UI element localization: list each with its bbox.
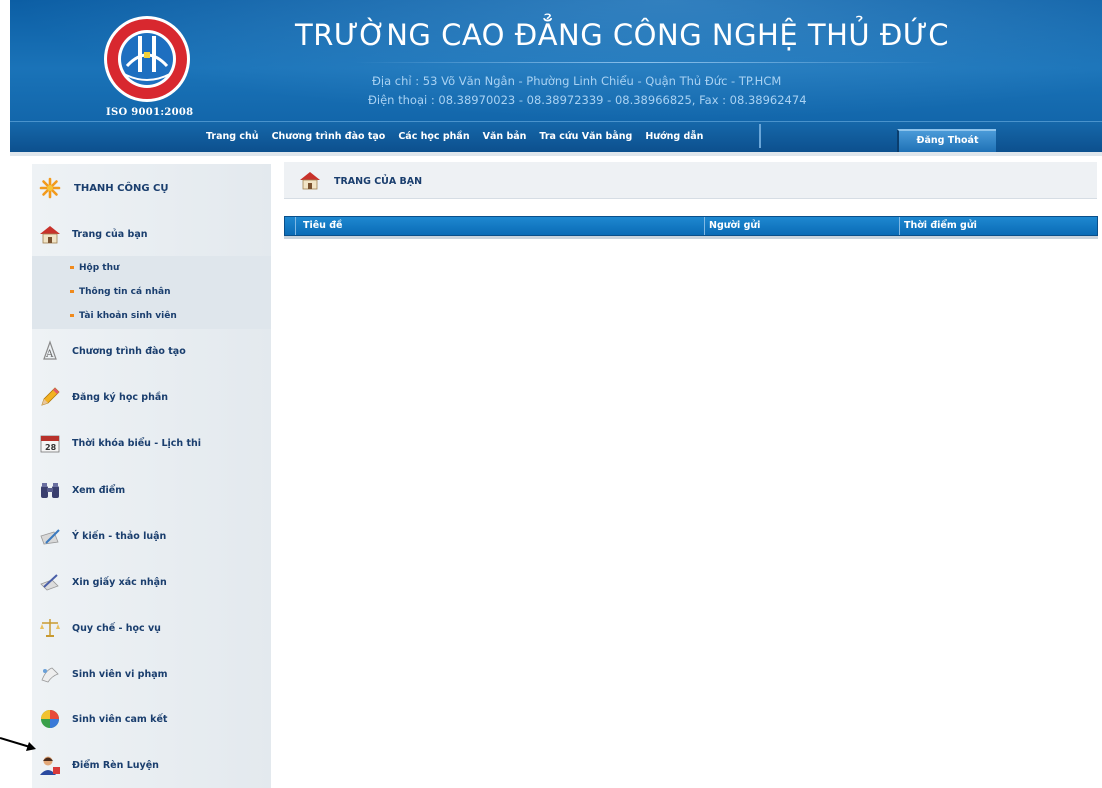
pencil-icon (41, 387, 60, 406)
sidebar-item-certificate[interactable]: Xin giấy xác nhận (32, 570, 271, 594)
home-icon (300, 172, 320, 190)
logout-button[interactable]: Đăng Thoát (897, 129, 996, 153)
submenu-personal-info[interactable]: Thông tin cá nhân (70, 287, 170, 297)
column-header-sender[interactable]: Người gửi (709, 220, 760, 231)
column-header-sent-time[interactable]: Thời điểm gửi (904, 220, 977, 231)
column-divider (899, 217, 900, 235)
column-header-title[interactable]: Tiêu đề (303, 220, 343, 231)
nav-home[interactable]: Trang chủ (206, 131, 259, 142)
sidebar-item-schedule[interactable]: 28 Thời khóa biểu - Lịch thi (32, 431, 271, 455)
site-header: ISO 9001:2008 TRƯỜNG CAO ĐẲNG CÔNG NGHỆ … (10, 0, 1102, 153)
page-breadcrumb: TRANG CỦA BẠN (284, 162, 1097, 199)
sidebar-item-commitments[interactable]: Sinh viên cam kết (32, 707, 271, 731)
sidebar-item-violations[interactable]: Sinh viên vi phạm (32, 662, 271, 686)
sidebar-item-conduct-score[interactable]: Điểm Rèn Luyện (32, 753, 271, 777)
nav-divider (759, 124, 761, 148)
sidebar-item-course-registration[interactable]: Đăng ký học phần (32, 385, 271, 409)
submenu-student-account[interactable]: Tài khoản sinh viên (70, 311, 177, 321)
arrow-pointer-icon (0, 737, 36, 751)
my-page-submenu: Hộp thư Thông tin cá nhân Tài khoản sinh… (32, 256, 271, 329)
sidebar-item-label: Sinh viên vi phạm (72, 668, 168, 680)
home-icon (40, 226, 60, 244)
tools-star-icon (39, 177, 61, 199)
page-title: TRANG CỦA BẠN (334, 176, 423, 187)
sidebar-item-feedback[interactable]: Ý kiến - thảo luận (32, 524, 271, 548)
sidebar-item-label: Ý kiến - thảo luận (72, 530, 167, 542)
violation-icon (41, 667, 59, 683)
sidebar-item-label: Quy chế - học vụ (72, 622, 161, 634)
user-icon (40, 756, 60, 775)
header-gutter (285, 217, 296, 235)
commitment-icon (41, 710, 59, 728)
table-bottom-edge (284, 236, 1098, 239)
nav-courses[interactable]: Các học phần (398, 131, 469, 142)
iso-label: ISO 9001:2008 (106, 107, 194, 118)
nav-help[interactable]: Hướng dẫn (645, 131, 703, 142)
sidebar-item-label: Đăng ký học phần (72, 391, 169, 403)
messages-table-header: Tiêu đề Người gửi Thời điểm gửi (284, 216, 1098, 236)
svg-text:28: 28 (45, 443, 57, 452)
sidebar-item-regulations[interactable]: Quy chế - học vụ (32, 616, 271, 640)
sidebar-item-label: Điểm Rèn Luyện (72, 759, 159, 771)
sidebar-item-label: Xin giấy xác nhận (72, 576, 167, 588)
sidebar-item-my-page[interactable]: Trang của bạn (32, 222, 271, 246)
curriculum-icon: A (43, 340, 57, 360)
header-bottom-bar (10, 152, 1102, 156)
address-text: Địa chỉ : 53 Võ Văn Ngân - Phường Linh C… (372, 74, 782, 88)
binoculars-icon (41, 483, 59, 498)
sidebar: THANH CÔNG CỤ Trang của bạn Hộp thư Thôn… (32, 164, 271, 788)
phone-text: Điện thoại : 08.38970023 - 08.38972339 -… (368, 93, 807, 107)
nav-diploma-lookup[interactable]: Tra cứu Văn bằng (539, 131, 632, 142)
sidebar-item-label: Trang của bạn (72, 228, 148, 240)
sidebar-header: THANH CÔNG CỤ (32, 176, 271, 200)
sidebar-item-label: Thời khóa biểu - Lịch thi (72, 437, 202, 449)
svg-text:A: A (45, 349, 54, 360)
sidebar-item-label: Xem điểm (72, 484, 126, 496)
scales-icon (40, 619, 60, 637)
feedback-icon (40, 529, 60, 545)
top-navbar: Trang chủ Chương trình đào tạo Các học p… (10, 121, 1102, 153)
sidebar-item-grades[interactable]: Xem điểm (32, 478, 271, 502)
submenu-inbox[interactable]: Hộp thư (70, 263, 119, 273)
sidebar-item-label: Sinh viên cam kết (72, 713, 168, 725)
sidebar-header-label: THANH CÔNG CỤ (74, 182, 169, 194)
school-name: TRƯỜNG CAO ĐẲNG CÔNG NGHỆ THỦ ĐỨC (295, 18, 949, 52)
nav-curriculum[interactable]: Chương trình đào tạo (272, 131, 386, 142)
column-divider (704, 217, 705, 235)
nav-documents[interactable]: Văn bản (483, 131, 527, 142)
nav-items: Trang chủ Chương trình đào tạo Các học p… (206, 131, 716, 142)
calendar-icon: 28 (40, 435, 60, 453)
sidebar-item-label: Chương trình đào tạo (72, 345, 186, 357)
school-seal-logo (104, 16, 190, 102)
certificate-icon (40, 574, 59, 591)
sidebar-item-curriculum[interactable]: A Chương trình đào tạo (32, 339, 271, 363)
title-divider (355, 62, 940, 63)
